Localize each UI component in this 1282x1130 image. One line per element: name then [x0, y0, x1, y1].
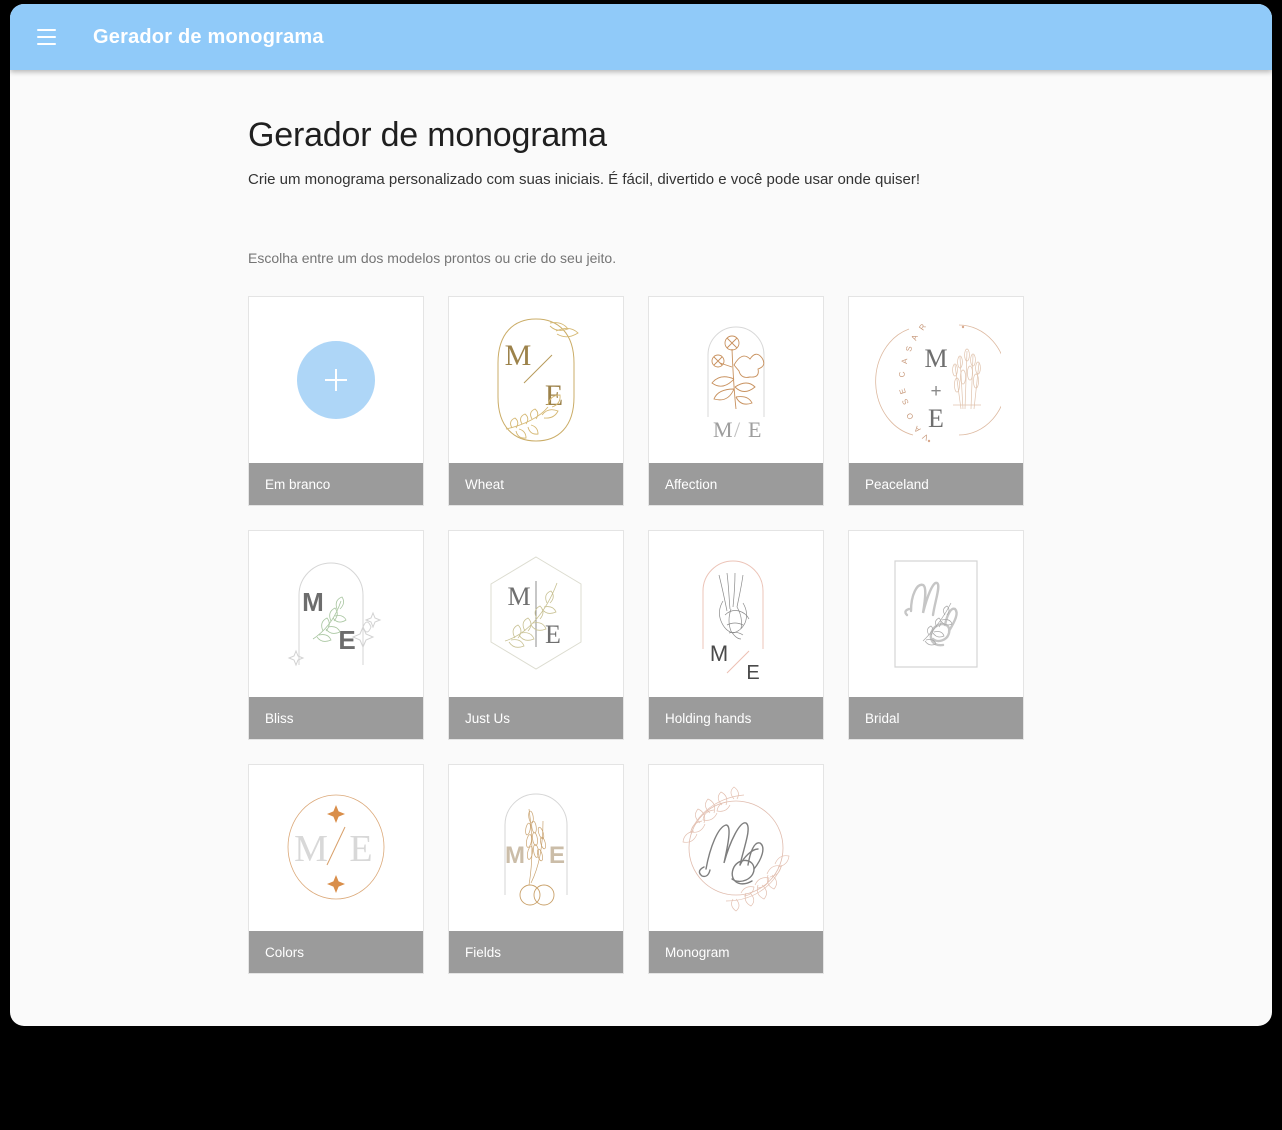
arch-flower-icon: M / E — [676, 305, 796, 455]
template-card-affection[interactable]: M / E Affection — [648, 296, 824, 506]
oval-frame-leaves-icon: M E — [476, 305, 596, 455]
arch-wheat-rings-icon: M E — [471, 773, 601, 923]
template-preview: M E — [449, 765, 623, 931]
app-bar: Gerador de monograma — [10, 4, 1272, 70]
svg-text:O: O — [905, 411, 916, 421]
page-title: Gerador de monograma — [248, 116, 1272, 155]
arch-sprig-sparkles-icon: M E — [271, 539, 401, 689]
template-card-label: Just Us — [449, 697, 623, 739]
template-card-label: Fields — [449, 931, 623, 973]
svg-text:+: + — [930, 381, 941, 402]
svg-text:E: E — [928, 404, 944, 433]
template-preview: M E — [249, 765, 423, 931]
app-window: Gerador de monograma Gerador de monogram… — [10, 4, 1272, 1026]
template-card-label: Holding hands — [649, 697, 823, 739]
template-card-label: Bliss — [249, 697, 423, 739]
app-bar-title: Gerador de monograma — [93, 26, 324, 49]
svg-text:R: R — [917, 322, 928, 332]
square-script-icon — [871, 539, 1001, 689]
svg-text:A: A — [910, 333, 921, 342]
template-card-monogram[interactable]: Monogram — [648, 764, 824, 974]
svg-text:M: M — [505, 842, 525, 869]
svg-text:/: / — [734, 417, 741, 442]
template-card-bliss[interactable]: M E — [248, 530, 424, 740]
template-preview — [249, 297, 423, 463]
svg-text:E: E — [338, 625, 355, 655]
svg-text:A: A — [912, 424, 922, 435]
template-preview: M E — [249, 531, 423, 697]
template-card-label: Wheat — [449, 463, 623, 505]
wreath-script-icon — [666, 773, 806, 923]
template-card-label: Monogram — [649, 931, 823, 973]
svg-text:E: E — [549, 842, 565, 869]
template-preview — [849, 531, 1023, 697]
template-card-holding-hands[interactable]: M E Holding hands — [648, 530, 824, 740]
template-card-fields[interactable]: M E Fields — [448, 764, 624, 974]
template-preview: M E — [449, 297, 623, 463]
circular-text-wheat-icon: R A S A C E S O A V M — [871, 305, 1001, 455]
svg-text:S: S — [900, 398, 910, 407]
template-preview: R A S A C E S O A V M — [849, 297, 1023, 463]
template-card-label: Affection — [649, 463, 823, 505]
svg-text:E: E — [545, 620, 561, 649]
template-preview: M / E — [649, 297, 823, 463]
choose-template-label: Escolha entre um dos modelos prontos ou … — [248, 250, 1272, 266]
page-subtitle: Crie um monograma personalizado com suas… — [248, 170, 1272, 190]
svg-text:M: M — [710, 641, 728, 666]
page-content: Gerador de monograma Crie um monograma p… — [10, 70, 1272, 1026]
template-card-blank[interactable]: Em branco — [248, 296, 424, 506]
svg-text:C: C — [897, 371, 907, 378]
template-card-bridal[interactable]: Bridal — [848, 530, 1024, 740]
svg-text:A: A — [900, 358, 909, 364]
template-card-label: Peaceland — [849, 463, 1023, 505]
template-card-just-us[interactable]: M E — [448, 530, 624, 740]
svg-text:S: S — [904, 346, 914, 353]
hamburger-menu-icon[interactable] — [27, 18, 65, 56]
svg-text:E: E — [746, 662, 759, 684]
svg-text:M: M — [713, 417, 733, 442]
template-grid: Em branco M E — [248, 296, 1048, 974]
svg-text:M: M — [505, 339, 532, 372]
template-preview: M E — [449, 531, 623, 697]
circle-stars-icon: M E — [271, 773, 401, 923]
template-card-label: Em branco — [249, 463, 423, 505]
template-preview — [649, 765, 823, 931]
template-card-colors[interactable]: M E Colors — [248, 764, 424, 974]
svg-text:M: M — [924, 344, 947, 373]
template-card-wheat[interactable]: M E — [448, 296, 624, 506]
plus-icon — [297, 341, 375, 419]
arch-hands-icon: M E — [671, 539, 801, 689]
template-preview: M E — [649, 531, 823, 697]
svg-text:E: E — [349, 828, 372, 870]
svg-text:M: M — [507, 582, 530, 611]
svg-text:M: M — [302, 587, 324, 617]
template-card-label: Colors — [249, 931, 423, 973]
template-card-peaceland[interactable]: R A S A C E S O A V M — [848, 296, 1024, 506]
svg-text:M: M — [294, 828, 328, 870]
hexagon-sprig-icon: M E — [471, 539, 601, 689]
svg-text:E: E — [898, 388, 908, 396]
template-card-label: Bridal — [849, 697, 1023, 739]
svg-text:E: E — [748, 417, 761, 442]
